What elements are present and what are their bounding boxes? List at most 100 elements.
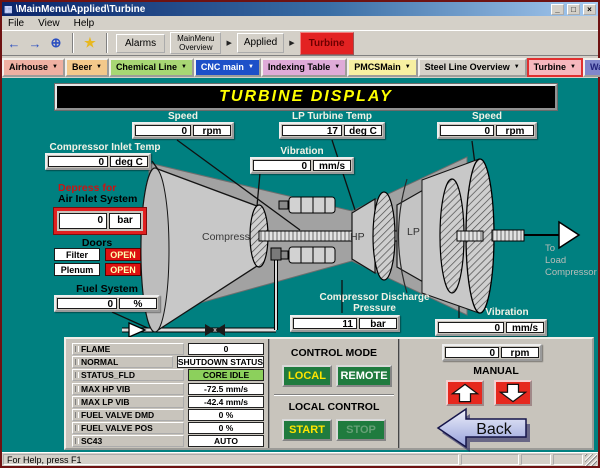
- nav-tab-label: Beer: [72, 62, 92, 72]
- nav-tab-steel-line-overview[interactable]: Steel Line Overview▼: [418, 58, 527, 77]
- close-button[interactable]: ×: [583, 4, 596, 15]
- back-nav-icon[interactable]: ←: [6, 36, 22, 51]
- local-button[interactable]: LOCAL: [282, 365, 332, 387]
- cdp-label: Compressor Discharge Pressure: [292, 292, 457, 314]
- valve-icon: [205, 324, 215, 336]
- cdp-value: 11: [293, 318, 357, 329]
- chevron-down-icon: ▼: [514, 64, 520, 70]
- table-row: FUEL VALVE POS0 %: [72, 422, 264, 434]
- table-row-label: FUEL VALVE POS: [72, 422, 184, 434]
- table-row-value: -42.4 mm/s: [188, 396, 264, 408]
- chevron-down-icon: ▼: [248, 64, 254, 70]
- nav-tab-label: Airhouse: [9, 62, 48, 72]
- table-row-value: SHUTDOWN STATUS: [177, 356, 264, 368]
- table-row-value: CORE IDLE: [188, 369, 264, 381]
- forward-nav-icon[interactable]: →: [27, 36, 43, 51]
- nav-tab-water-delivery[interactable]: Water Delivery▼: [583, 58, 600, 77]
- vibration-hp-indicator: 0 mm/s: [250, 157, 354, 174]
- comp-inlet-temp-indicator: 0 deg C: [45, 153, 151, 170]
- menu-bar: File View Help: [2, 16, 598, 30]
- title-bar: ▦ \MainMenu\Applied\Turbine _ □ ×: [2, 2, 598, 16]
- speed-lp-unit: rpm: [496, 125, 534, 136]
- speed-lp-value: 0: [440, 125, 494, 136]
- cdp-unit: bar: [359, 318, 397, 329]
- nav-tab-label: Water Delivery: [590, 62, 600, 72]
- chevron-down-icon: ▼: [181, 64, 187, 70]
- toolbar-separator: [106, 33, 108, 53]
- stop-button[interactable]: STOP: [336, 419, 386, 441]
- resize-grip[interactable]: [585, 454, 597, 466]
- comp-inlet-temp-unit: deg C: [110, 156, 148, 167]
- lp-temp-unit: deg C: [344, 125, 382, 136]
- vibration-hp-unit: mm/s: [313, 160, 351, 171]
- breadcrumb-arrow-icon: ▶: [289, 39, 294, 47]
- nav-tab-label: Indexing Table: [268, 62, 330, 72]
- table-row-label: FLAME: [72, 343, 184, 355]
- table-row-label: NORMAL: [72, 356, 173, 368]
- back-button-label: Back: [476, 421, 513, 438]
- air-inlet-indicator[interactable]: 0 bar: [54, 208, 146, 234]
- menu-item-help[interactable]: Help: [74, 18, 95, 29]
- speed-hp-label: Speed: [132, 111, 234, 122]
- nav-tab-label: Turbine: [534, 62, 566, 72]
- nav-tab-beer[interactable]: Beer ▼: [65, 58, 109, 77]
- breadcrumb-turbine-active[interactable]: Turbine: [300, 32, 354, 55]
- table-row-label: MAX LP VIB: [72, 396, 184, 408]
- cdp-indicator: 11 bar: [290, 315, 400, 332]
- chevron-down-icon: ▼: [334, 64, 340, 70]
- local-control-title: LOCAL CONTROL: [270, 401, 398, 413]
- nav-tab-chemical-line[interactable]: Chemical Line▼: [109, 58, 194, 77]
- table-row-value: AUTO: [188, 435, 264, 447]
- nav-tab-turbine[interactable]: Turbine▼: [527, 58, 583, 77]
- table-row: NORMAL SHUTDOWN STATUS: [72, 356, 264, 368]
- table-row-label: MAX HP VIB: [72, 383, 184, 395]
- alarms-button[interactable]: Alarms: [116, 34, 165, 53]
- manual-increase-button[interactable]: [446, 380, 484, 406]
- screen-title-banner: TURBINE DISPLAY: [55, 84, 557, 110]
- web-icon[interactable]: ⊕: [48, 35, 64, 51]
- vibration-lp-unit: mm/s: [506, 322, 544, 333]
- maximize-button[interactable]: □: [567, 4, 580, 15]
- nav-tab-pmcsmain[interactable]: PMCSMain▼: [347, 58, 417, 77]
- hp-label: HP: [350, 231, 365, 243]
- manual-section: 0 rpm MANUAL Back: [400, 339, 592, 448]
- nav-tab-indexing-table[interactable]: Indexing Table ▼: [261, 58, 347, 77]
- table-row-label: SC43: [72, 435, 184, 447]
- to-load-label: To: [545, 243, 555, 254]
- manual-speed-indicator: 0 rpm: [442, 344, 542, 361]
- menu-item-file[interactable]: File: [8, 18, 24, 29]
- chevron-down-icon: ▼: [405, 64, 411, 70]
- speed-hp-value: 0: [135, 125, 191, 136]
- status-table: FLAME0NORMALSHUTDOWN STATUSSTATUS_FLDCOR…: [66, 339, 270, 448]
- hp-turbine-section: HP: [350, 192, 395, 280]
- vibration-hp-label: Vibration: [250, 146, 354, 157]
- menu-item-view[interactable]: View: [38, 18, 60, 29]
- breadcrumb-mainmenu-overview[interactable]: MainMenu Overview: [170, 32, 221, 54]
- control-mode-section: CONTROL MODE LOCAL REMOTE LOCAL CONTROL …: [270, 339, 400, 448]
- section-divider: [274, 394, 394, 396]
- nav-tab-bar: Airhouse▼Beer▼Chemical Line▼CNC main▼Ind…: [2, 56, 598, 78]
- minimize-button[interactable]: _: [551, 4, 564, 15]
- speed-hp-indicator: 0 rpm: [132, 122, 234, 139]
- window-title: \MainMenu\Applied\Turbine: [16, 4, 548, 15]
- back-button[interactable]: Back: [432, 405, 538, 452]
- lp-temp-indicator: 17 deg C: [279, 122, 385, 139]
- table-row: FLAME0: [72, 343, 264, 355]
- status-bar-cell: [553, 454, 583, 465]
- manual-decrease-button[interactable]: [494, 380, 532, 406]
- cdp-label-line1: Compressor Discharge: [319, 292, 429, 303]
- favorites-star-icon[interactable]: ★: [82, 35, 98, 51]
- remote-button[interactable]: REMOTE: [336, 365, 392, 387]
- vibration-lp-value: 0: [438, 322, 504, 333]
- start-button[interactable]: START: [282, 419, 332, 441]
- manual-speed-unit: rpm: [501, 347, 539, 358]
- breadcrumb-applied[interactable]: Applied: [237, 33, 284, 53]
- air-inlet-value: 0: [59, 213, 107, 229]
- status-bar-cell: [461, 454, 519, 465]
- table-row: MAX HP VIB-72.5 mm/s: [72, 383, 264, 395]
- nav-tab-airhouse[interactable]: Airhouse▼: [2, 58, 65, 77]
- comp-inlet-temp-value: 0: [48, 156, 108, 167]
- chevron-down-icon: ▼: [96, 64, 102, 70]
- vibration-lp-label: Vibration: [457, 307, 557, 318]
- nav-tab-cnc-main[interactable]: CNC main▼: [194, 58, 261, 77]
